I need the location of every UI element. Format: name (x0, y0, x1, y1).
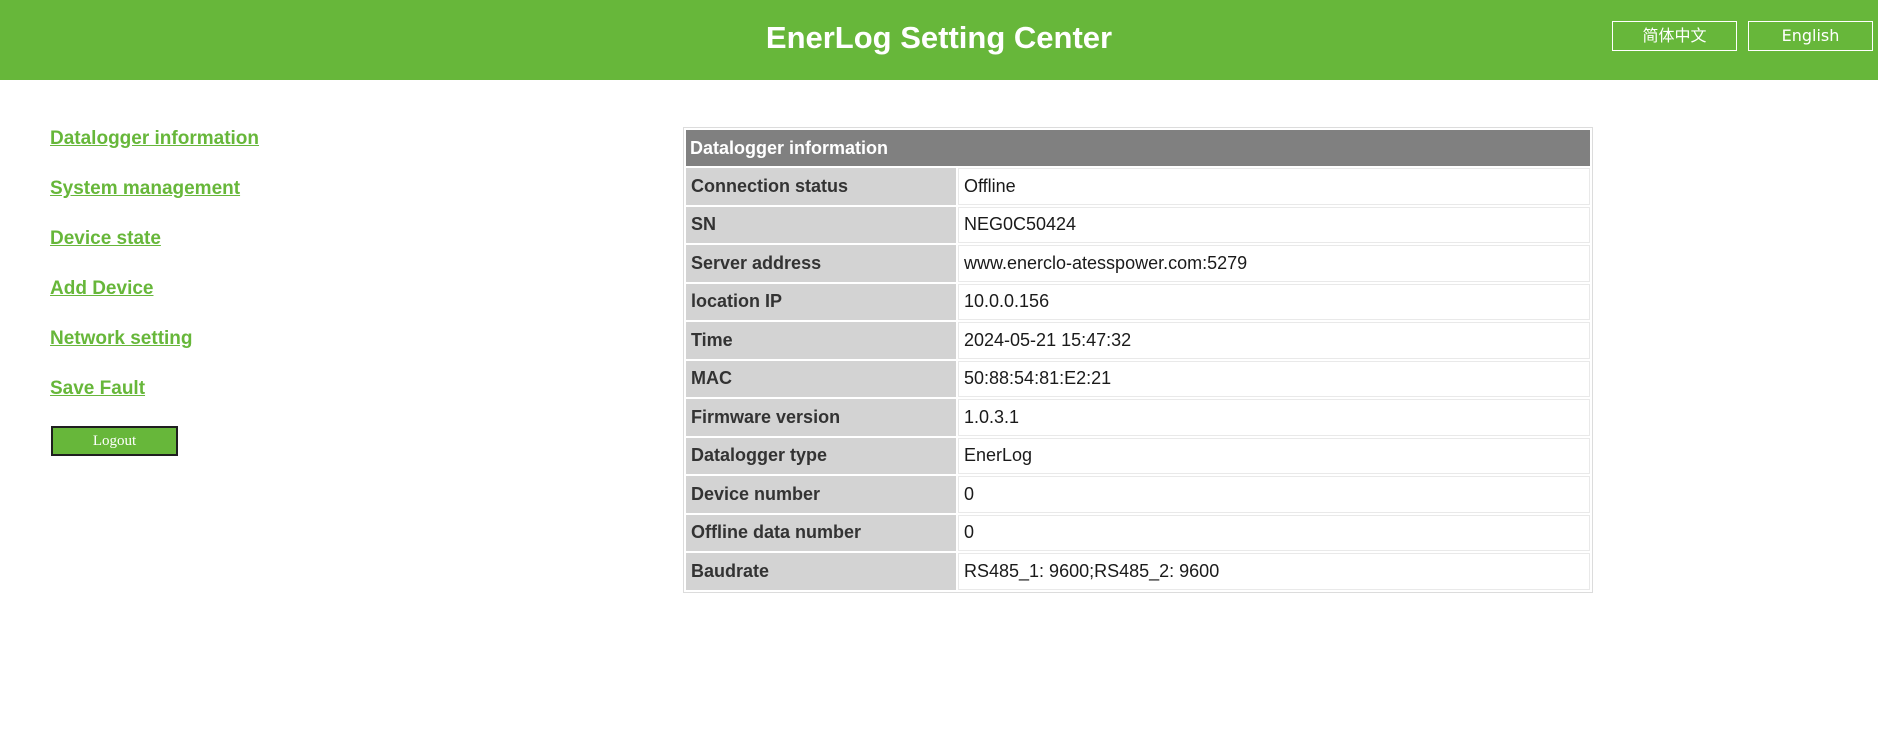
row-value: EnerLog (958, 437, 1590, 474)
row-value: 0 (958, 476, 1590, 513)
row-label: Datalogger type (686, 437, 956, 474)
row-value: 1.0.3.1 (958, 399, 1590, 436)
table-row: location IP 10.0.0.156 (686, 283, 1590, 320)
table-header-row: Datalogger information (686, 130, 1590, 166)
language-chinese-button[interactable]: 简体中文 (1612, 21, 1737, 51)
row-value: NEG0C50424 (958, 206, 1590, 243)
sidebar-item-device-state[interactable]: Device state (50, 226, 450, 251)
sidebar-item-add-device[interactable]: Add Device (50, 276, 450, 301)
row-label: Offline data number (686, 514, 956, 551)
sidebar-item-datalogger-information[interactable]: Datalogger information (50, 126, 450, 151)
sidebar-nav: Datalogger information System management… (50, 126, 450, 456)
table-row: Offline data number 0 (686, 514, 1590, 551)
row-label: Device number (686, 476, 956, 513)
sidebar-item-system-management[interactable]: System management (50, 176, 450, 201)
row-label: Connection status (686, 168, 956, 205)
sidebar-item-save-fault[interactable]: Save Fault (50, 376, 450, 401)
row-label: location IP (686, 283, 956, 320)
row-value: 10.0.0.156 (958, 283, 1590, 320)
sidebar-item-network-setting[interactable]: Network setting (50, 326, 450, 351)
row-label: Time (686, 322, 956, 359)
table-row: Device number 0 (686, 476, 1590, 513)
table-row: Time 2024-05-21 15:47:32 (686, 322, 1590, 359)
row-value: 50:88:54:81:E2:21 (958, 360, 1590, 397)
row-value: 2024-05-21 15:47:32 (958, 322, 1590, 359)
page-header: EnerLog Setting Center 简体中文 English (0, 0, 1878, 80)
row-label: Server address (686, 245, 956, 282)
table-row: Datalogger type EnerLog (686, 437, 1590, 474)
row-value: www.enerclo-atesspower.com:5279 (958, 245, 1590, 282)
table-row: Connection status Offline (686, 168, 1590, 205)
datalogger-info-table: Datalogger information Connection status… (683, 127, 1593, 593)
page-title: EnerLog Setting Center (765, 20, 1113, 55)
table-row: Server address www.enerclo-atesspower.co… (686, 245, 1590, 282)
row-label: Firmware version (686, 399, 956, 436)
row-value: 0 (958, 514, 1590, 551)
table-row: Firmware version 1.0.3.1 (686, 399, 1590, 436)
table-row: MAC 50:88:54:81:E2:21 (686, 360, 1590, 397)
table-row: Baudrate RS485_1: 9600;RS485_2: 9600 (686, 553, 1590, 590)
row-label: MAC (686, 360, 956, 397)
table-title: Datalogger information (686, 130, 1590, 166)
row-value: Offline (958, 168, 1590, 205)
row-value: RS485_1: 9600;RS485_2: 9600 (958, 553, 1590, 590)
table-row: SN NEG0C50424 (686, 206, 1590, 243)
logout-button[interactable]: Logout (51, 426, 178, 456)
language-english-button[interactable]: English (1748, 21, 1873, 51)
row-label: SN (686, 206, 956, 243)
row-label: Baudrate (686, 553, 956, 590)
